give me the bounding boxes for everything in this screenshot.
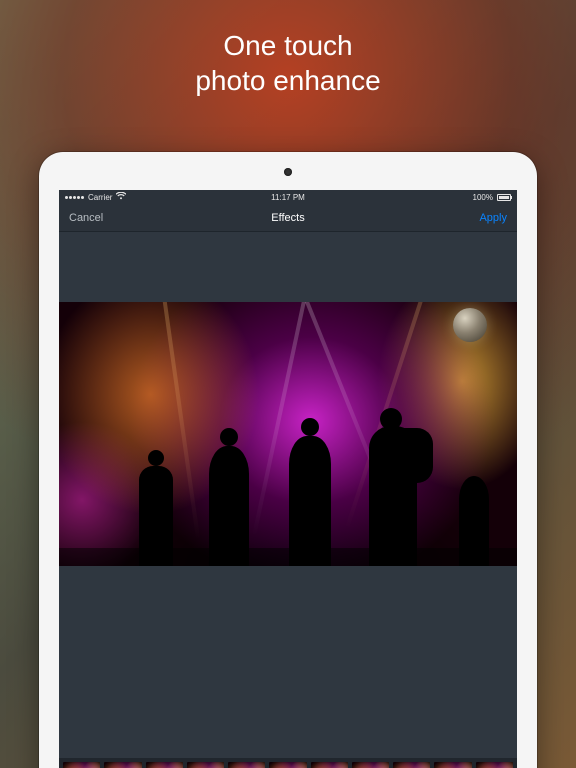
filter-thumb[interactable]: Haas (187, 762, 224, 768)
battery-icon (497, 194, 511, 201)
app-screen: Carrier 11:17 PM 100% Cancel Effects App… (59, 190, 517, 768)
filter-thumb-image (187, 762, 224, 768)
filter-thumb[interactable]: Clyde (104, 762, 141, 768)
filter-thumb[interactable]: Sage (476, 762, 513, 768)
filter-thumb[interactable]: Keylime (352, 762, 389, 768)
filter-thumb-image (269, 762, 306, 768)
spacer (59, 566, 517, 758)
filter-thumb-image (146, 762, 183, 768)
filter-thumb-image (63, 762, 100, 768)
filter-thumb[interactable]: Sentosa (434, 762, 471, 768)
filter-thumb-image (393, 762, 430, 768)
spacer (59, 232, 517, 302)
filter-thumb-image (352, 762, 389, 768)
filter-thumb[interactable]: Dean (311, 762, 348, 768)
promo-background: One touch photo enhance Carrier 11:17 PM… (0, 0, 576, 768)
camera-icon (284, 168, 292, 176)
headline-line: One touch (0, 28, 576, 63)
filter-strip[interactable]: Original Clyde Avenue Haas Arizona Lucky Dean K… (59, 758, 517, 768)
filter-thumb[interactable]: Lucky (269, 762, 306, 768)
nav-bar: Cancel Effects Apply (59, 204, 517, 232)
filter-thumb[interactable]: Boardwalk (393, 762, 430, 768)
nav-title: Effects (59, 212, 517, 224)
filter-thumb[interactable]: Original (63, 762, 100, 768)
filter-thumb-image (434, 762, 471, 768)
promo-headline: One touch photo enhance (0, 28, 576, 98)
status-time: 11:17 PM (59, 193, 517, 202)
ipad-device-frame: Carrier 11:17 PM 100% Cancel Effects App… (39, 152, 537, 768)
headline-line: photo enhance (0, 63, 576, 98)
filter-thumb[interactable]: Arizona (228, 762, 265, 768)
photo-preview[interactable] (59, 302, 517, 566)
cancel-button[interactable]: Cancel (69, 212, 103, 224)
filter-thumb-image (311, 762, 348, 768)
filter-thumb[interactable]: Avenue (146, 762, 183, 768)
filter-thumb-image (476, 762, 513, 768)
filter-thumb-image (228, 762, 265, 768)
status-bar: Carrier 11:17 PM 100% (59, 190, 517, 204)
filter-thumb-image (104, 762, 141, 768)
apply-button[interactable]: Apply (479, 212, 507, 224)
disco-ball-icon (453, 308, 487, 342)
